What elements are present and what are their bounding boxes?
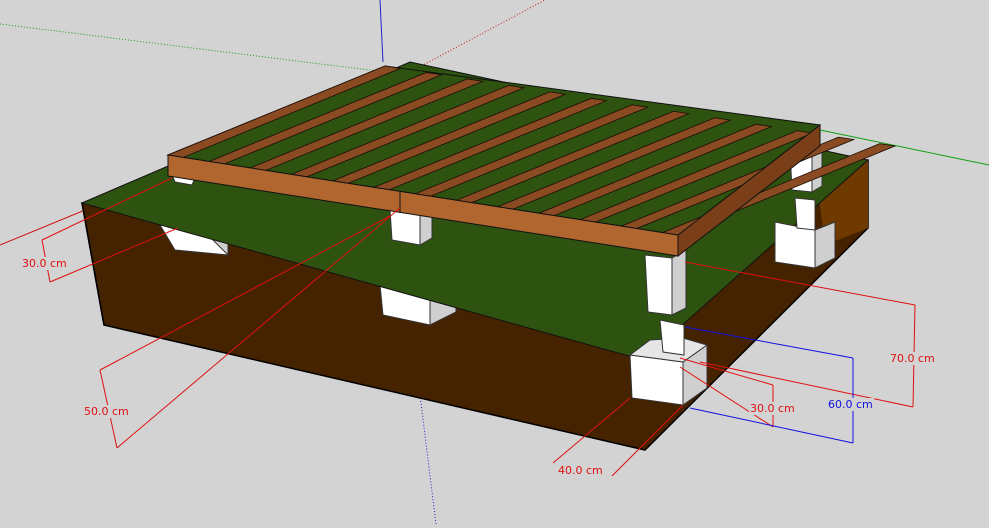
dimension-label-50cm: 50.0 cm	[83, 405, 130, 418]
dimension-label-60cm: 60.0 cm	[827, 398, 874, 411]
dimension-label-30cm-left: 30.0 cm	[21, 257, 68, 270]
dimension-label-40cm: 40.0 cm	[557, 464, 604, 477]
dimension-label-30cm-right: 30.0 cm	[749, 402, 796, 415]
green-axis-dotted	[0, 23, 386, 73]
dimension-label-70cm: 70.0 cm	[889, 352, 936, 365]
scene-canvas[interactable]	[0, 0, 989, 525]
blue-axis	[379, 0, 384, 63]
blue-axis-dotted	[419, 394, 437, 525]
model-viewport[interactable]: 30.0 cm 50.0 cm 40.0 cm 30.0 cm 60.0 cm …	[0, 0, 989, 525]
